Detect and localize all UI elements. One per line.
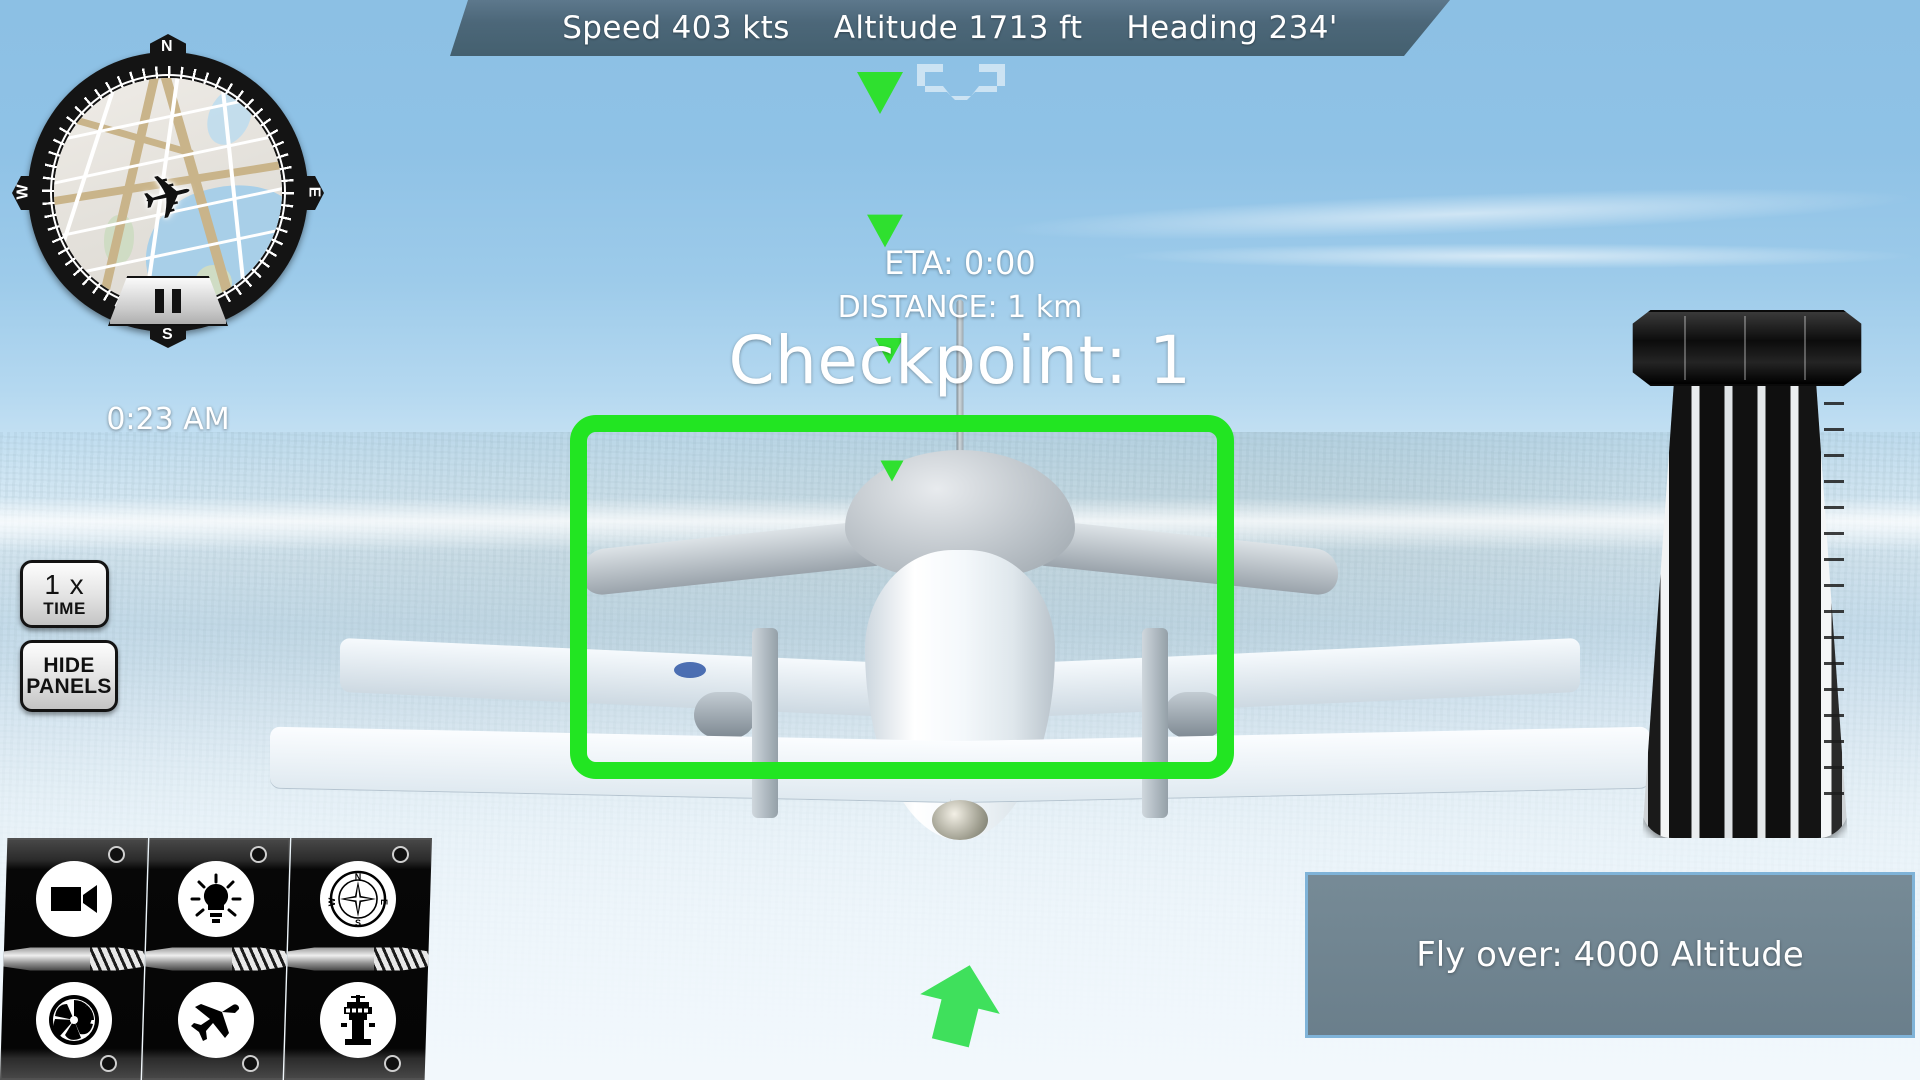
svg-text:E: E [379, 898, 388, 904]
throttle-handle[interactable] [1632, 310, 1862, 386]
throttle-handle-groove [1804, 316, 1806, 380]
time-scale-label: TIME [43, 598, 86, 618]
throttle-track [1642, 338, 1848, 838]
svg-text:W: W [328, 897, 337, 906]
compass-rose-icon: N S E W [320, 860, 396, 937]
turbine-icon [36, 981, 112, 1058]
eta-readout: ETA: 0:00 [884, 244, 1036, 282]
mission-message-text: Fly over: 4000 Altitude [1416, 935, 1804, 975]
speed-readout: Speed 403 kts [562, 10, 790, 46]
hide-panels-button[interactable]: HIDE PANELS [20, 640, 118, 712]
altitude-readout: Altitude 1713 ft [833, 10, 1083, 46]
atc-tower-button[interactable] [284, 959, 432, 1080]
airplane-icon [178, 981, 254, 1058]
throttle-lever[interactable] [1620, 310, 1870, 840]
game-viewport: Speed 403 kts Altitude 1713 ft Heading 2… [0, 0, 1920, 1080]
throttle-handle-groove [1744, 316, 1746, 380]
control-icon-panel[interactable]: N S E W [0, 838, 438, 1080]
mission-message-panel: Fly over: 4000 Altitude [1305, 872, 1915, 1038]
flight-path-reticle-icon [917, 64, 1005, 100]
compass-label-n: N [161, 38, 173, 55]
nose-cone [932, 800, 988, 840]
lightbulb-icon [178, 860, 254, 937]
icon-column-1 [0, 838, 148, 1080]
waypoint-chevron-icon [880, 460, 904, 482]
waypoint-chevron-icon [867, 214, 903, 248]
compass-label-w: W [14, 184, 32, 200]
control-tower-icon [320, 981, 396, 1058]
waypoint-chevron-icon [857, 72, 903, 114]
svg-text:S: S [355, 918, 361, 928]
turbine-button[interactable] [0, 959, 148, 1080]
camera-icon [36, 860, 112, 937]
aircraft-select-button[interactable] [142, 959, 290, 1080]
throttle-scale-ticks [1824, 350, 1844, 805]
navigation-button[interactable]: N S E W [284, 838, 432, 959]
compass-label-e: E [305, 186, 323, 198]
time-scale-value: 1 x [44, 569, 85, 601]
hide-panels-label-2: PANELS [26, 675, 112, 698]
svg-text:N: N [355, 872, 362, 882]
icon-column-3: N S E W [284, 838, 432, 1080]
camera-button[interactable] [0, 838, 148, 959]
lights-button[interactable] [142, 838, 290, 959]
flight-status-bar: Speed 403 kts Altitude 1713 ft Heading 2… [450, 0, 1450, 56]
time-scale-button[interactable]: 1 x TIME [20, 560, 109, 628]
hide-panels-label-1: HIDE [43, 653, 95, 677]
icon-column-2 [142, 838, 290, 1080]
throttle-handle-groove [1684, 316, 1686, 380]
heading-readout: Heading 234' [1126, 10, 1338, 46]
game-clock: 0:23 AM [106, 402, 230, 437]
